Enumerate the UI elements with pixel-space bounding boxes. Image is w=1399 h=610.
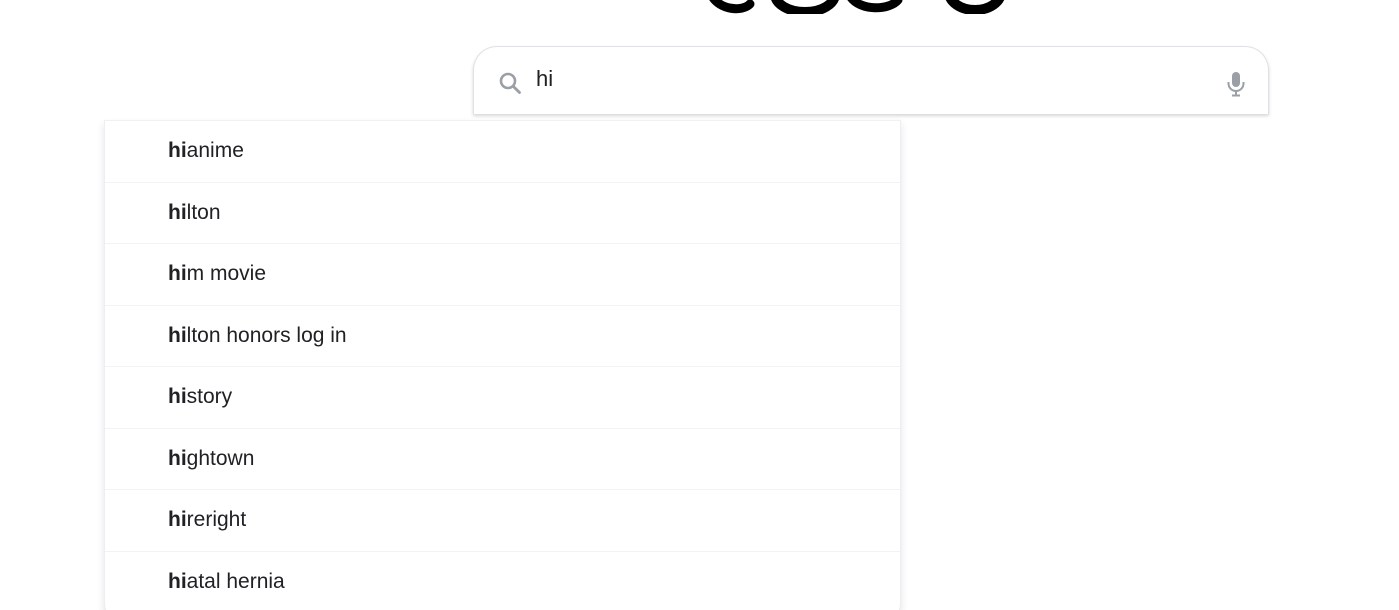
- search-icon: [499, 72, 521, 94]
- suggestion-item[interactable]: hi atal hernia: [105, 552, 900, 610]
- suggestion-item[interactable]: hi m movie: [105, 244, 900, 306]
- suggestion-item[interactable]: hi lton honors log in: [105, 306, 900, 367]
- search-input[interactable]: [536, 61, 1186, 97]
- suggestion-item[interactable]: hi lton: [105, 183, 900, 244]
- suggestion-item[interactable]: hi reright: [105, 490, 900, 552]
- suggestion-item[interactable]: hi anime: [105, 121, 900, 183]
- search-bar: [473, 46, 1269, 114]
- suggestion-item[interactable]: hi ghtown: [105, 429, 900, 490]
- logo-image: [709, 0, 1005, 14]
- suggestion-list: hi anime hi lton hi m movie hi lton honors l…: [104, 120, 901, 610]
- microphone-icon[interactable]: [1224, 71, 1248, 97]
- page: hianime hilton him movie hilton honors l…: [0, 0, 1399, 610]
- suggestion-item[interactable]: hi story: [105, 367, 900, 429]
